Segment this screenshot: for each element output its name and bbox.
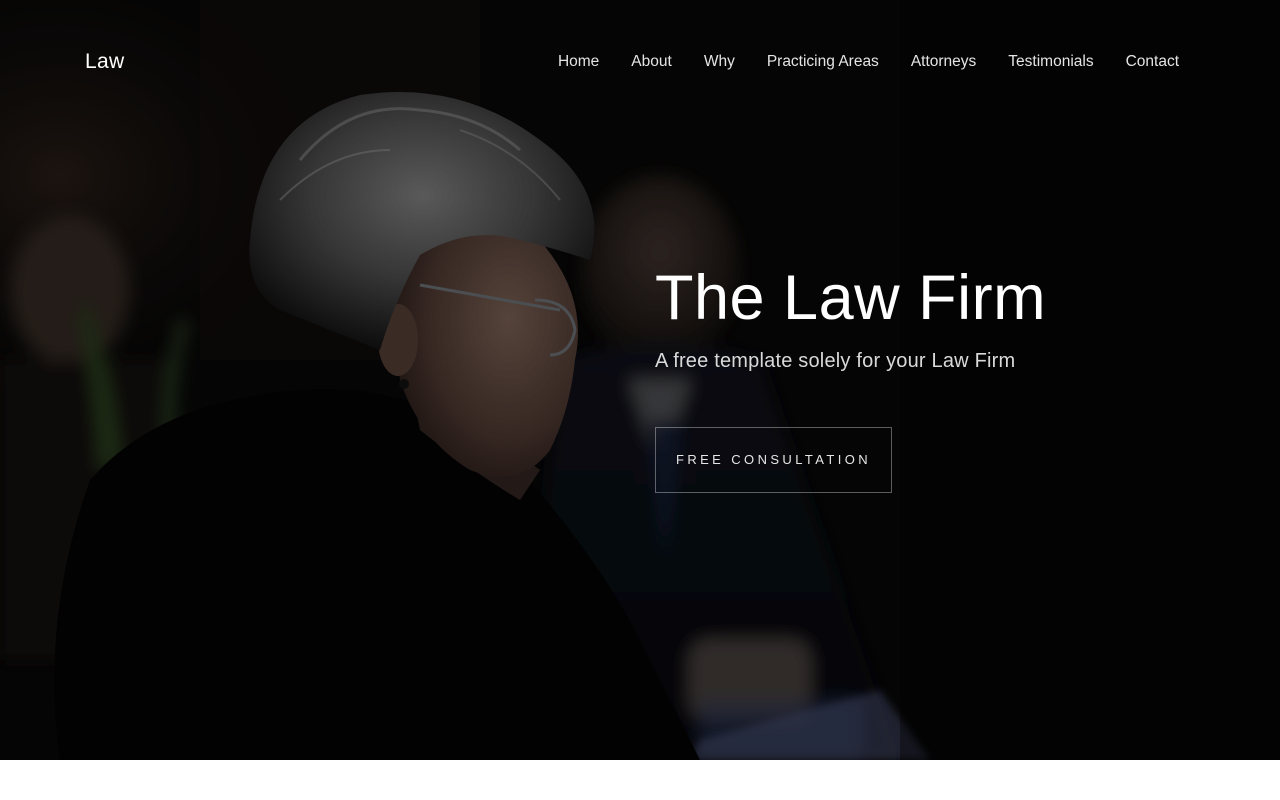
nav-links: Home About Why Practicing Areas Attorney… <box>558 53 1195 71</box>
top-navbar: Law Home About Why Practicing Areas Atto… <box>0 0 1280 124</box>
hero-section: Law Home About Why Practicing Areas Atto… <box>0 0 1280 760</box>
free-consultation-button[interactable]: FREE CONSULTATION <box>655 427 892 494</box>
hero-title: The Law Firm <box>655 263 1047 333</box>
hero-subtitle: A free template solely for your Law Firm <box>655 350 1016 373</box>
brand-logo[interactable]: Law <box>85 50 124 74</box>
nav-item-about[interactable]: About <box>631 53 672 71</box>
nav-item-testimonials[interactable]: Testimonials <box>1008 53 1093 71</box>
nav-item-contact[interactable]: Contact <box>1126 53 1179 71</box>
hero-content: The Law Firm A free template solely for … <box>655 262 1235 494</box>
nav-item-practicing-areas[interactable]: Practicing Areas <box>767 53 879 71</box>
nav-item-why[interactable]: Why <box>704 53 735 71</box>
page-below-hero <box>0 760 1280 800</box>
nav-item-attorneys[interactable]: Attorneys <box>911 53 976 71</box>
nav-item-home[interactable]: Home <box>558 53 599 71</box>
